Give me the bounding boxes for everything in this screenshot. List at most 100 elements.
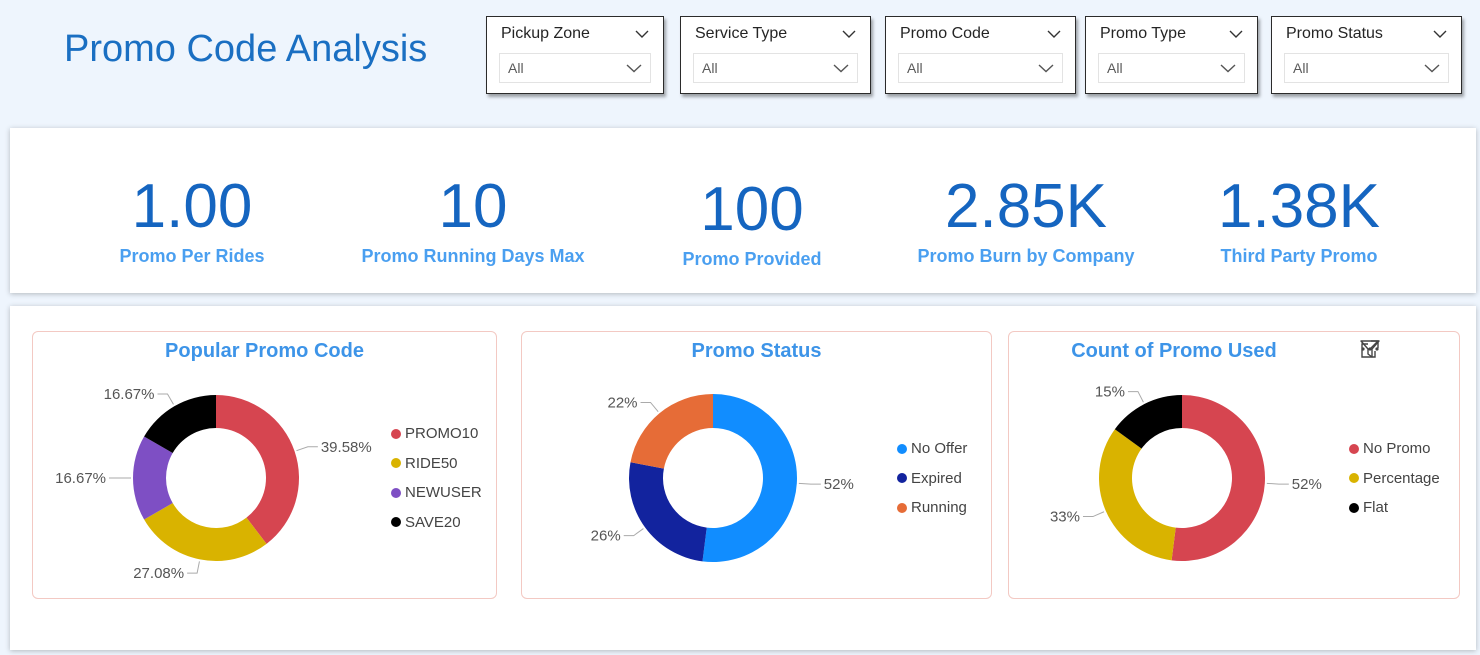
chart-card-promo-status[interactable]: Promo Status 52% 26% 22% No Offer Expired … xyxy=(521,331,992,599)
kpi-label: Promo Provided xyxy=(682,249,822,269)
slicer-dropdown[interactable]: All xyxy=(693,53,858,83)
slicer-promo-code[interactable]: Promo Code All xyxy=(885,16,1076,94)
slicer-promo-status[interactable]: Promo Status All xyxy=(1271,16,1462,94)
slicer-value: All xyxy=(1293,60,1309,76)
slicer-dropdown[interactable]: All xyxy=(898,53,1063,83)
legend-label: Flat xyxy=(1363,499,1389,517)
legend-dot xyxy=(897,443,907,454)
chevron-down-icon[interactable] xyxy=(1047,30,1061,39)
slicer-value: All xyxy=(907,60,923,76)
kpi-value: 100 xyxy=(700,175,804,244)
kpi-value: 1.38K xyxy=(1217,172,1381,241)
donut-slice-no-offer[interactable] xyxy=(702,394,798,562)
data-label: 16.67% xyxy=(104,386,155,403)
data-label: 16.67% xyxy=(55,470,106,487)
kpi-label: Promo Running Days Max xyxy=(361,246,585,266)
kpi-value: 10 xyxy=(438,172,508,241)
data-label: 39.58% xyxy=(321,439,372,456)
slicer-promo-type[interactable]: Promo Type All xyxy=(1085,16,1258,94)
legend-dot xyxy=(391,458,401,469)
legend-item[interactable]: Flat xyxy=(1349,493,1440,523)
kpi-card-promo-per-rides[interactable]: 1.00 Promo Per Rides xyxy=(52,128,332,267)
data-label: 22% xyxy=(608,394,638,411)
chevron-down-icon xyxy=(1220,63,1236,72)
kpi-value: 1.00 xyxy=(131,172,253,241)
legend-item[interactable]: NEWUSER xyxy=(391,478,482,508)
chevron-down-icon[interactable] xyxy=(1433,30,1447,39)
legend-label: PROMO10 xyxy=(405,425,479,443)
donut-slice-promo10[interactable] xyxy=(216,395,299,544)
kpi-card-promo-burn-by-company[interactable]: 2.85K Promo Burn by Company xyxy=(886,128,1166,267)
legend-item[interactable]: Expired xyxy=(897,464,967,494)
legend-item[interactable]: Running xyxy=(897,493,967,523)
chart-card-count-of-promo-used[interactable]: Count of Promo Used 52% 33% 15% No Promo P… xyxy=(1008,331,1460,599)
slicer-value: All xyxy=(508,60,524,76)
chevron-down-icon[interactable] xyxy=(1229,30,1243,39)
leader-line xyxy=(798,482,821,485)
legend-dot xyxy=(1349,502,1359,513)
donut-slice-ride50[interactable] xyxy=(144,503,267,561)
legend-dot xyxy=(897,502,907,513)
data-label: 52% xyxy=(824,476,854,493)
slicer-pickup-zone[interactable]: Pickup Zone All xyxy=(486,16,664,94)
legend-dot xyxy=(391,428,401,439)
data-label: 33% xyxy=(1050,509,1080,526)
legend-label: Running xyxy=(911,499,967,517)
slicer-title: Pickup Zone xyxy=(501,25,590,42)
kpi-panel: 1.00 Promo Per Rides 10 Promo Running Da… xyxy=(10,128,1476,293)
kpi-label: Third Party Promo xyxy=(1220,246,1378,266)
leader-line xyxy=(157,393,174,405)
leader-line xyxy=(1127,391,1144,403)
legend-item[interactable]: RIDE50 xyxy=(391,449,482,479)
kpi-card-third-party-promo[interactable]: 1.38K Third Party Promo xyxy=(1159,128,1439,267)
legend-label: NEWUSER xyxy=(405,484,482,502)
legend-label: No Offer xyxy=(911,440,968,458)
chart-legend: PROMO10 RIDE50 NEWUSER SAVE20 xyxy=(391,419,482,537)
slicer-title: Service Type xyxy=(695,25,788,42)
legend-label: SAVE20 xyxy=(405,513,461,531)
kpi-card-promo-provided[interactable]: 100 Promo Provided xyxy=(612,128,892,270)
legend-label: Expired xyxy=(911,469,962,487)
leader-line xyxy=(640,401,659,413)
slicer-value: All xyxy=(1107,60,1123,76)
slicer-value: All xyxy=(702,60,718,76)
slicer-title: Promo Status xyxy=(1286,25,1383,42)
legend-dot xyxy=(1349,473,1359,484)
chevron-down-icon[interactable] xyxy=(842,30,856,39)
chevron-down-icon[interactable] xyxy=(635,30,649,39)
chevron-down-icon xyxy=(833,63,849,72)
data-label: 27.08% xyxy=(133,565,184,582)
legend-item[interactable]: No Offer xyxy=(897,434,967,464)
data-label: 26% xyxy=(591,528,621,545)
chevron-down-icon xyxy=(626,63,642,72)
slicer-title: Promo Code xyxy=(900,25,990,42)
kpi-value: 2.85K xyxy=(944,172,1108,241)
leader-line xyxy=(187,561,200,574)
legend-item[interactable]: SAVE20 xyxy=(391,508,482,538)
data-label: 15% xyxy=(1095,384,1125,401)
legend-dot xyxy=(897,473,907,484)
slicer-dropdown[interactable]: All xyxy=(1098,53,1245,83)
slicer-service-type[interactable]: Service Type All xyxy=(680,16,871,94)
donut-slice-expired[interactable] xyxy=(629,462,707,562)
slicer-dropdown[interactable]: All xyxy=(1284,53,1449,83)
legend-dot xyxy=(391,487,401,498)
page-title: Promo Code Analysis xyxy=(64,28,428,70)
slicer-dropdown[interactable]: All xyxy=(499,53,651,83)
leader-line xyxy=(623,528,644,537)
chart-legend: No Promo Percentage Flat xyxy=(1349,434,1440,523)
donut-slice-running[interactable] xyxy=(630,394,713,469)
slicer-title: Promo Type xyxy=(1100,25,1186,42)
legend-item[interactable]: Percentage xyxy=(1349,464,1440,494)
donut-slice-no-promo[interactable] xyxy=(1171,395,1265,561)
chart-card-popular-promo-code[interactable]: Popular Promo Code 39.58% 27.08% 16.67% 16.… xyxy=(32,331,497,599)
legend-label: No Promo xyxy=(1363,440,1431,458)
legend-item[interactable]: No Promo xyxy=(1349,434,1440,464)
donut-slice-percentage[interactable] xyxy=(1099,429,1176,561)
kpi-card-promo-running-days-max[interactable]: 10 Promo Running Days Max xyxy=(333,128,613,267)
legend-label: RIDE50 xyxy=(405,454,458,472)
legend-label: Percentage xyxy=(1363,469,1440,487)
legend-dot xyxy=(391,517,401,528)
kpi-label: Promo Per Rides xyxy=(119,246,265,266)
legend-item[interactable]: PROMO10 xyxy=(391,419,482,449)
